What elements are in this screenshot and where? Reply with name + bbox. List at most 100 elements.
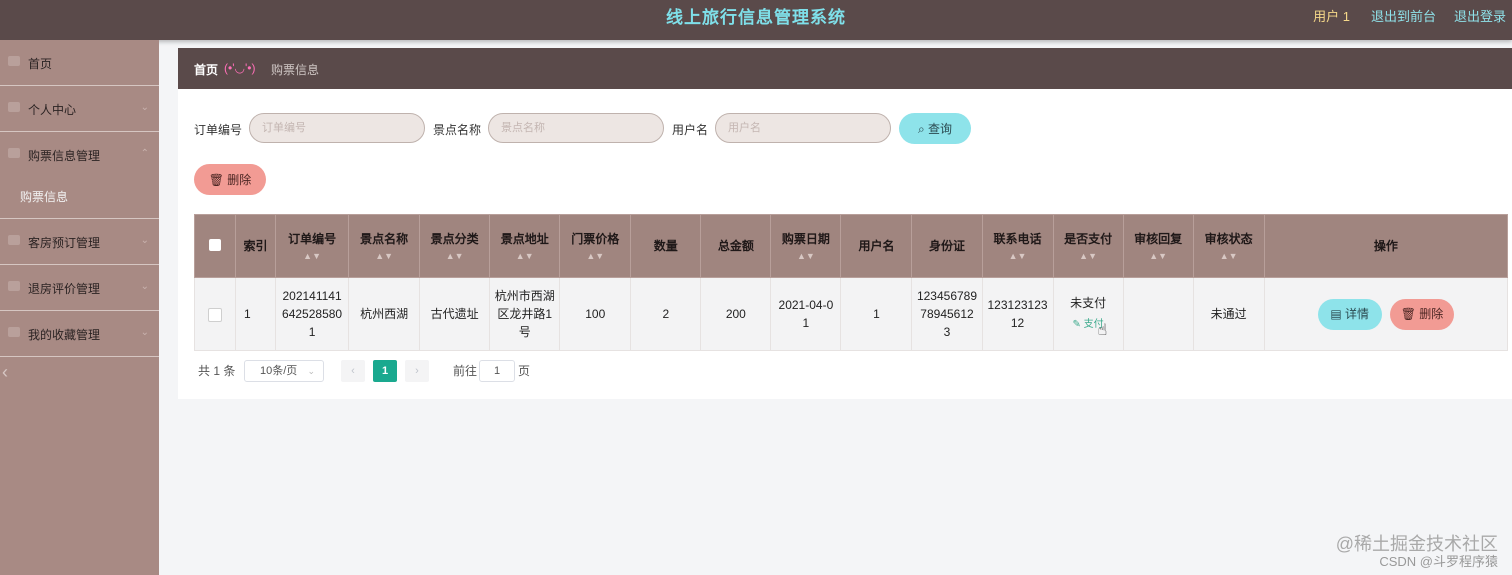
cell-spot-name: 杭州西湖 (348, 277, 421, 351)
ticket-icon (8, 148, 20, 158)
cell-reply (1122, 277, 1194, 351)
sidebar-subitem-label: 购票信息 (20, 190, 69, 204)
spot-name-label: 景点名称 (433, 123, 482, 137)
trash-icon: 🗑 (1400, 306, 1416, 321)
chevron-up-icon: ⌃ (140, 148, 149, 159)
row-delete-button[interactable]: 🗑 删除 (1390, 298, 1455, 330)
sort-icon[interactable]: ▲▼ (349, 250, 419, 262)
cell-paid: 未支付 ✎ 支付 ☝ (1052, 277, 1124, 351)
sidebar: 首页 个人中心 ⌄ 购票信息管理 ⌃ 购票信息 客房预订管理 ⌄ 退房评价管理 … (0, 40, 159, 575)
cell-order-no: 2021411416425285801 (275, 277, 350, 351)
breadcrumb-separator: (•'◡'•) (224, 61, 256, 75)
sort-icon[interactable]: ▲▼ (1194, 250, 1264, 262)
chevron-down-icon: ⌄ (140, 102, 149, 113)
comment-icon (8, 281, 20, 291)
breadcrumb-home[interactable]: 首页 (194, 61, 218, 78)
sort-icon[interactable]: ▲▼ (276, 250, 348, 262)
column-header[interactable]: 是否支付 ▲▼ (1052, 214, 1124, 278)
sidebar-item-label: 客房预订管理 (28, 236, 101, 250)
column-header[interactable]: 用户名 (840, 214, 913, 278)
ticket-table: 索引 订单编号 ▲▼ 景点名称 ▲▼ 景点分类 ▲▼ 景点地址 ▲▼ 门票价格 ▲▼ 数量… (193, 214, 1509, 351)
select-all-checkbox[interactable] (209, 238, 222, 251)
user-name[interactable]: 用户 1 (1313, 0, 1350, 34)
app-title: 线上旅行信息管理系统 (666, 8, 846, 27)
sort-icon[interactable]: ▲▼ (420, 250, 489, 262)
page-number-button[interactable]: 1 (373, 360, 397, 382)
exit-to-front-link[interactable]: 退出到前台 (1371, 0, 1436, 34)
cell-username: 1 (840, 277, 913, 351)
batch-delete-button[interactable]: 🗑 删除 (194, 164, 266, 195)
sidebar-item-label: 首页 (28, 57, 53, 71)
sidebar-subitem-ticket-info[interactable]: 购票信息 (0, 178, 159, 219)
column-header[interactable]: 总金额 (700, 214, 772, 278)
column-header[interactable]: 景点名称 ▲▼ (348, 214, 421, 278)
page-size-select[interactable]: 10条/页 ⌄ (244, 360, 324, 382)
sort-icon[interactable]: ▲▼ (771, 250, 840, 262)
sort-icon[interactable]: ▲▼ (490, 250, 559, 262)
sidebar-item-checkout-review[interactable]: 退房评价管理 ⌄ (0, 265, 159, 311)
username-input[interactable] (715, 113, 891, 143)
edit-icon: ✎ (1072, 319, 1081, 330)
logout-link[interactable]: 退出登录 (1454, 0, 1506, 34)
sort-icon[interactable]: ▲▼ (1054, 250, 1123, 262)
top-bar: 线上旅行信息管理系统 用户 1 退出到前台 退出登录 (0, 0, 1512, 40)
sidebar-item-ticket-management[interactable]: 购票信息管理 ⌃ (0, 132, 159, 177)
goto-suffix: 页 (518, 364, 531, 378)
bed-icon (8, 235, 20, 245)
sidebar-item-room-booking[interactable]: 客房预订管理 ⌄ (0, 219, 159, 265)
cell-price: 100 (559, 277, 632, 351)
chevron-down-icon: ⌄ (140, 281, 149, 292)
column-header[interactable]: 联系电话 ▲▼ (981, 214, 1054, 278)
column-header[interactable]: 审核状态 ▲▼ (1192, 214, 1265, 278)
breadcrumb-current: 购票信息 (271, 63, 320, 77)
sidebar-item-label: 退房评价管理 (28, 282, 101, 296)
hand-cursor-icon: ☝ (1097, 322, 1108, 339)
column-header[interactable]: 景点分类 ▲▼ (419, 214, 491, 278)
column-header[interactable]: 审核回复 ▲▼ (1122, 214, 1194, 278)
column-header[interactable]: 订单编号 ▲▼ (275, 214, 350, 278)
order-number-label: 订单编号 (194, 123, 243, 137)
cell-id-card: 12345678978945612 3 (911, 277, 983, 351)
next-page-button[interactable]: › (405, 360, 429, 382)
column-header[interactable]: 景点地址 ▲▼ (489, 214, 561, 278)
column-header[interactable]: 数量 (630, 214, 702, 278)
column-header[interactable]: 身份证 (911, 214, 983, 278)
detail-button[interactable]: ▤ 详情 (1317, 298, 1382, 330)
sort-icon[interactable]: ▲▼ (1124, 250, 1193, 262)
search-button[interactable]: ⌕ 查询 (899, 113, 971, 144)
sidebar-item-personal-center[interactable]: 个人中心 ⌄ (0, 86, 159, 132)
goto-page-input[interactable]: 1 (479, 360, 515, 382)
select-all-header[interactable] (193, 214, 237, 278)
cell-actions: ▤ 详情 🗑 删除 (1263, 277, 1509, 351)
order-number-input[interactable] (249, 113, 425, 143)
spot-name-input[interactable] (488, 113, 664, 143)
sidebar-item-favorites[interactable]: 我的收藏管理 ⌄ (0, 311, 159, 357)
page-size-value: 10条/页 (260, 365, 298, 377)
sort-icon[interactable]: ▲▼ (983, 250, 1053, 262)
detail-button-label: 详情 (1345, 306, 1370, 321)
column-header[interactable]: 门票价格 ▲▼ (559, 214, 632, 278)
cell-phone: 12312312312 (981, 277, 1054, 351)
column-header[interactable]: 购票日期 ▲▼ (770, 214, 842, 278)
row-checkbox[interactable] (208, 307, 223, 322)
batch-delete-label: 删除 (227, 173, 252, 187)
watermark: @稀土掘金技术社区 CSDN @斗罗程序猿 (1336, 534, 1498, 570)
username-label: 用户名 (672, 123, 709, 137)
search-icon: ⌕ (917, 122, 925, 136)
prev-page-button[interactable]: ‹ (341, 360, 365, 382)
sort-icon[interactable]: ▲▼ (560, 250, 630, 262)
chevron-down-icon: ⌄ (140, 327, 149, 338)
pay-link[interactable]: ✎ 支付 (1058, 316, 1119, 334)
sidebar-item-label: 个人中心 (28, 103, 77, 117)
cell-spot-type: 古代遗址 (419, 277, 491, 351)
watermark-line2: CSDN @斗罗程序猿 (1379, 554, 1498, 569)
breadcrumb: 首页 (•'◡'•) 购票信息 (178, 48, 1512, 89)
chevron-down-icon: ⌄ (307, 366, 315, 376)
watermark-line1: @稀土掘金技术社区 (1335, 534, 1498, 554)
table-header-row: 索引 订单编号 ▲▼ 景点名称 ▲▼ 景点分类 ▲▼ 景点地址 ▲▼ 门票价格 ▲▼ 数量… (193, 214, 1509, 278)
chevron-left-icon[interactable]: ‹ (2, 362, 8, 383)
sidebar-item-label: 我的收藏管理 (28, 328, 101, 342)
row-checkbox-cell[interactable] (193, 277, 237, 351)
sidebar-item-home[interactable]: 首页 (0, 40, 159, 86)
cell-quantity: 2 (630, 277, 702, 351)
